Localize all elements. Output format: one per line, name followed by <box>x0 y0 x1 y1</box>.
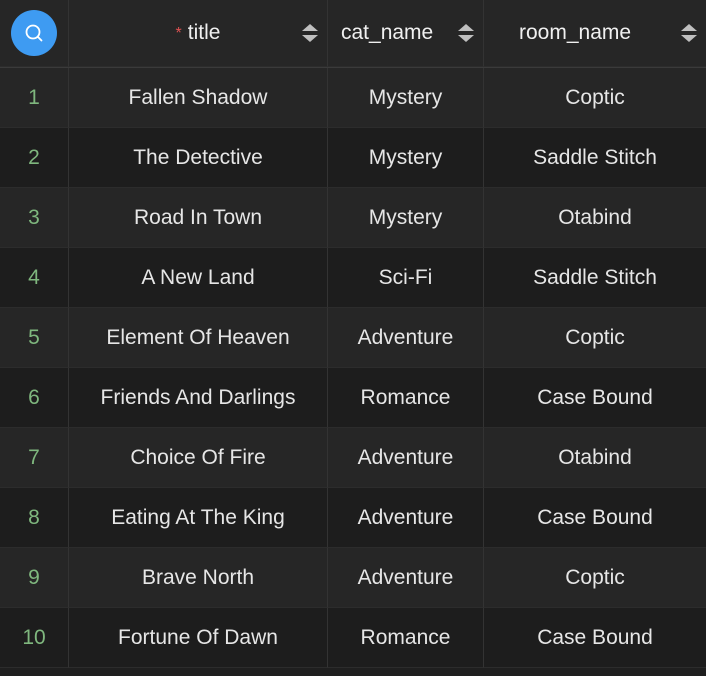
cell-cat-name[interactable]: Sci-Fi <box>328 248 484 308</box>
column-header-title[interactable]: * title <box>69 0 328 67</box>
row-index: 9 <box>0 548 69 608</box>
cell-title[interactable]: Fortune Of Dawn <box>69 608 328 668</box>
cell-title[interactable]: Fallen Shadow <box>69 68 328 128</box>
cell-room-name[interactable]: Case Bound <box>484 608 706 668</box>
cell-room-name[interactable]: Case Bound <box>484 368 706 428</box>
table-row[interactable]: 1 Fallen Shadow Mystery Coptic <box>0 68 706 128</box>
table-row[interactable]: 4 A New Land Sci-Fi Saddle Stitch <box>0 248 706 308</box>
cell-cat-name[interactable]: Mystery <box>328 68 484 128</box>
sort-icon[interactable] <box>680 21 698 45</box>
cell-cat-name[interactable]: Adventure <box>328 428 484 488</box>
table-row[interactable]: 10 Fortune Of Dawn Romance Case Bound <box>0 608 706 668</box>
row-index: 3 <box>0 188 69 248</box>
row-index: 4 <box>0 248 69 308</box>
table-row[interactable]: 5 Element Of Heaven Adventure Coptic <box>0 308 706 368</box>
sort-icon[interactable] <box>457 21 475 45</box>
cell-room-name[interactable]: Coptic <box>484 308 706 368</box>
search-icon <box>25 24 43 42</box>
table-row[interactable]: 7 Choice Of Fire Adventure Otabind <box>0 428 706 488</box>
column-header-label: cat_name <box>341 21 434 44</box>
sort-icon[interactable] <box>301 21 319 45</box>
cell-title[interactable]: The Detective <box>69 128 328 188</box>
cell-room-name[interactable]: Otabind <box>484 428 706 488</box>
cell-room-name[interactable]: Coptic <box>484 548 706 608</box>
row-index: 5 <box>0 308 69 368</box>
cell-title[interactable]: Element Of Heaven <box>69 308 328 368</box>
row-index: 2 <box>0 128 69 188</box>
cell-cat-name[interactable]: Adventure <box>328 548 484 608</box>
row-index: 8 <box>0 488 69 548</box>
cell-title[interactable]: Choice Of Fire <box>69 428 328 488</box>
cell-room-name[interactable]: Saddle Stitch <box>484 128 706 188</box>
required-marker: * <box>175 25 182 42</box>
cell-room-name[interactable]: Case Bound <box>484 488 706 548</box>
cell-room-name[interactable]: Otabind <box>484 188 706 248</box>
row-index: 7 <box>0 428 69 488</box>
column-header-cat-name[interactable]: cat_name <box>328 0 484 67</box>
cell-cat-name[interactable]: Mystery <box>328 128 484 188</box>
cell-cat-name[interactable]: Romance <box>328 608 484 668</box>
cell-title[interactable]: Eating At The King <box>69 488 328 548</box>
cell-title[interactable]: Friends And Darlings <box>69 368 328 428</box>
table-row[interactable]: 2 The Detective Mystery Saddle Stitch <box>0 128 706 188</box>
table-row[interactable]: 8 Eating At The King Adventure Case Boun… <box>0 488 706 548</box>
table-row[interactable]: 3 Road In Town Mystery Otabind <box>0 188 706 248</box>
search-button[interactable] <box>11 10 57 56</box>
header-search-cell <box>0 0 69 67</box>
table-row[interactable]: 6 Friends And Darlings Romance Case Boun… <box>0 368 706 428</box>
column-header-label: title <box>187 21 221 44</box>
row-index: 10 <box>0 608 69 668</box>
cell-title[interactable]: Road In Town <box>69 188 328 248</box>
table-header: * title cat_name room_name <box>0 0 706 68</box>
table-row[interactable]: 9 Brave North Adventure Coptic <box>0 548 706 608</box>
cell-cat-name[interactable]: Romance <box>328 368 484 428</box>
row-index: 6 <box>0 368 69 428</box>
cell-room-name[interactable]: Saddle Stitch <box>484 248 706 308</box>
cell-cat-name[interactable]: Mystery <box>328 188 484 248</box>
column-header-room-name[interactable]: room_name <box>484 0 706 67</box>
row-index: 1 <box>0 68 69 128</box>
column-header-label: room_name <box>519 21 632 44</box>
cell-cat-name[interactable]: Adventure <box>328 308 484 368</box>
cell-title[interactable]: A New Land <box>69 248 328 308</box>
cell-title[interactable]: Brave North <box>69 548 328 608</box>
cell-cat-name[interactable]: Adventure <box>328 488 484 548</box>
cell-room-name[interactable]: Coptic <box>484 68 706 128</box>
data-grid: * title cat_name room_name 1 Fallen Shad… <box>0 0 706 676</box>
